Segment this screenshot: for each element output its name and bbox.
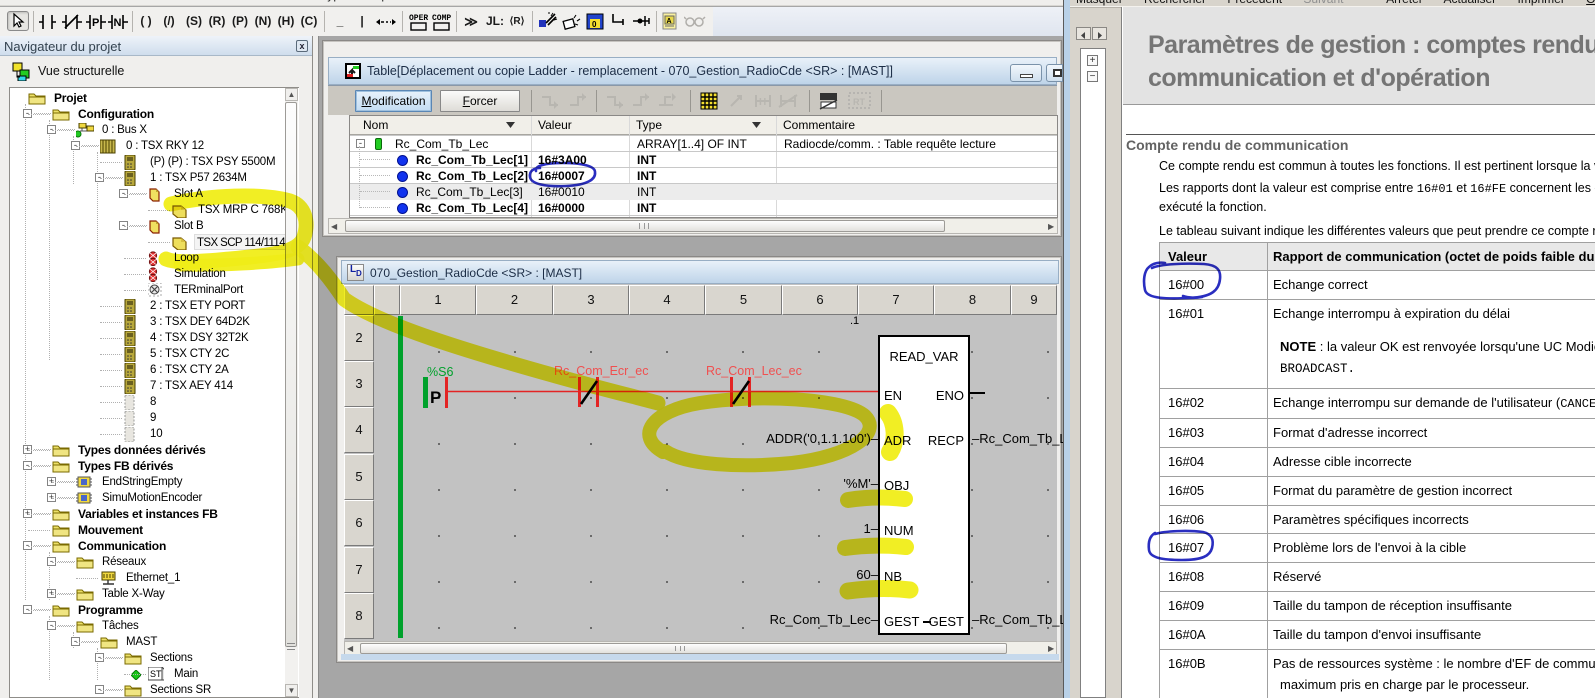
svg-text:H: H — [759, 97, 766, 108]
svg-text:0: 0 — [592, 20, 597, 29]
svg-text:A: A — [667, 18, 672, 25]
svg-text:P: P — [430, 388, 441, 407]
svg-text:COMP: COMP — [432, 14, 451, 23]
svg-text:OPER: OPER — [409, 14, 428, 23]
svg-text:N: N — [114, 17, 122, 29]
svg-text:P: P — [92, 17, 99, 29]
svg-text:RT: RT — [853, 97, 865, 107]
